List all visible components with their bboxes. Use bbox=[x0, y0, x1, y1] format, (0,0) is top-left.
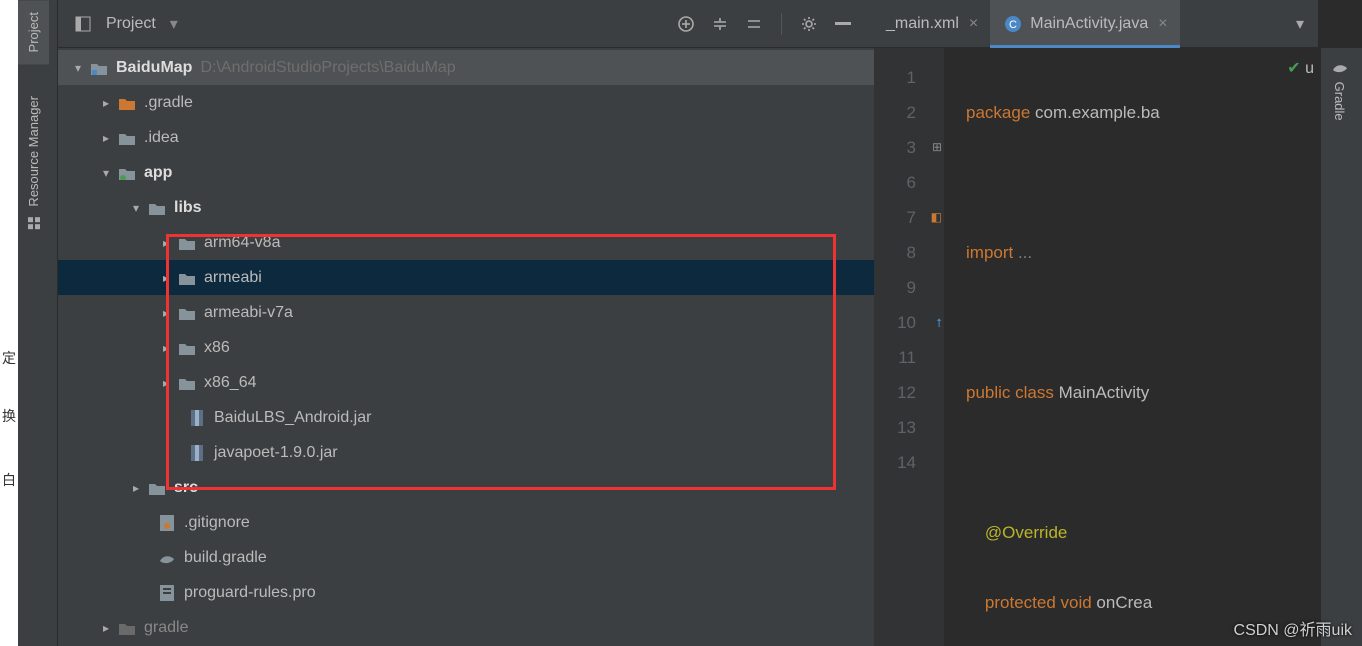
tree-item-jar1[interactable]: BaiduLBS_Android.jar bbox=[58, 400, 874, 435]
tree-item-src[interactable]: ▸ src bbox=[58, 470, 874, 505]
module-icon bbox=[88, 61, 110, 75]
project-view-icon bbox=[72, 16, 94, 32]
tree-item-armeabi[interactable]: ▸ armeabi bbox=[58, 260, 874, 295]
tree-item-gradle[interactable]: ▸ gradle bbox=[58, 610, 874, 645]
folder-icon bbox=[146, 481, 168, 495]
watermark: CSDN @祈雨uik bbox=[1234, 616, 1352, 640]
tree-item-app[interactable]: ▾ app bbox=[58, 155, 874, 190]
tree-item-libs[interactable]: ▾ libs bbox=[58, 190, 874, 225]
folder-icon bbox=[146, 201, 168, 215]
fold-icon[interactable]: ⊞ bbox=[932, 130, 942, 165]
chevron-right-icon[interactable]: ▸ bbox=[156, 341, 176, 355]
code-editor[interactable]: 1 2 3 6 7 8 9 10 11 12 13 14 ⊞ ◧ ⭡ packa… bbox=[874, 48, 1318, 646]
chevron-right-icon[interactable]: ▸ bbox=[156, 306, 176, 320]
tab-main-xml[interactable]: _main.xml × bbox=[874, 0, 990, 48]
tree-root-label: BaiduMap bbox=[116, 59, 192, 77]
tree-root-path: D:\AndroidStudioProjects\BaiduMap bbox=[200, 59, 455, 77]
collapse-all-icon[interactable] bbox=[741, 11, 767, 37]
left-tool-strip: Project Resource Manager bbox=[18, 0, 58, 646]
class-icon: C bbox=[1002, 16, 1024, 32]
override-gutter-icon[interactable]: ⭡ bbox=[936, 306, 942, 341]
gradle-icon bbox=[156, 551, 178, 565]
folder-icon bbox=[176, 271, 198, 285]
expand-all-icon[interactable] bbox=[707, 11, 733, 37]
tree-item-jar2[interactable]: javapoet-1.9.0.jar bbox=[58, 435, 874, 470]
class-gutter-icon[interactable]: ◧ bbox=[931, 200, 942, 235]
settings-icon[interactable] bbox=[796, 11, 822, 37]
tree-item-build-gradle[interactable]: build.gradle bbox=[58, 540, 874, 575]
project-panel: Project ▾ ▾ BaiduMap D:\AndroidStudioPro… bbox=[58, 0, 874, 646]
chevron-right-icon[interactable]: ▸ bbox=[156, 271, 176, 285]
folder-icon bbox=[176, 341, 198, 355]
project-tree[interactable]: ▾ BaiduMap D:\AndroidStudioProjects\Baid… bbox=[58, 48, 874, 645]
inspection-ok-icon[interactable]: ✔ u bbox=[1287, 58, 1314, 78]
gradle-tool-tab[interactable]: Gradle bbox=[1321, 48, 1357, 133]
folder-icon bbox=[176, 236, 198, 250]
tree-item-gitignore[interactable]: .gitignore bbox=[58, 505, 874, 540]
folder-icon bbox=[176, 306, 198, 320]
jar-icon bbox=[186, 445, 208, 461]
file-icon bbox=[156, 515, 178, 531]
project-panel-header: Project ▾ bbox=[58, 0, 874, 48]
tabs-dropdown-icon[interactable]: ▾ bbox=[1282, 14, 1318, 34]
chevron-down-icon[interactable]: ▾ bbox=[68, 61, 88, 75]
folder-icon bbox=[116, 621, 138, 635]
editor-tabs: _main.xml × C MainActivity.java × ▾ bbox=[874, 0, 1318, 48]
chevron-right-icon[interactable]: ▸ bbox=[156, 236, 176, 250]
tree-item-idea-dir[interactable]: ▸ .idea bbox=[58, 120, 874, 155]
tree-root[interactable]: ▾ BaiduMap D:\AndroidStudioProjects\Baid… bbox=[58, 50, 874, 85]
tree-item-gradle-dir[interactable]: ▸ .gradle bbox=[58, 85, 874, 120]
chevron-right-icon[interactable]: ▸ bbox=[156, 376, 176, 390]
folder-icon bbox=[116, 96, 138, 110]
chevron-right-icon[interactable]: ▸ bbox=[96, 621, 116, 635]
right-tool-strip: Gradle bbox=[1320, 48, 1362, 646]
tree-item-arm64[interactable]: ▸ arm64-v8a bbox=[58, 225, 874, 260]
tab-mainactivity-java[interactable]: C MainActivity.java × bbox=[990, 0, 1179, 48]
tree-item-x86-64[interactable]: ▸ x86_64 bbox=[58, 365, 874, 400]
resource-manager-tool-tab[interactable]: Resource Manager bbox=[18, 84, 49, 242]
file-icon bbox=[156, 585, 178, 601]
hide-icon[interactable] bbox=[830, 11, 856, 37]
tree-item-x86[interactable]: ▸ x86 bbox=[58, 330, 874, 365]
code-area[interactable]: package com.example.ba import ... public… bbox=[944, 48, 1318, 646]
project-panel-title[interactable]: Project bbox=[106, 15, 156, 33]
tree-item-armeabi-v7a[interactable]: ▸ armeabi-v7a bbox=[58, 295, 874, 330]
dropdown-icon[interactable]: ▾ bbox=[170, 14, 178, 34]
svg-text:C: C bbox=[1009, 19, 1017, 31]
chevron-down-icon[interactable]: ▾ bbox=[126, 201, 146, 215]
folder-icon bbox=[116, 131, 138, 145]
project-tool-tab[interactable]: Project bbox=[18, 0, 49, 64]
chevron-down-icon[interactable]: ▾ bbox=[96, 166, 116, 180]
chevron-right-icon[interactable]: ▸ bbox=[96, 96, 116, 110]
chevron-right-icon[interactable]: ▸ bbox=[96, 131, 116, 145]
select-opened-file-icon[interactable] bbox=[673, 11, 699, 37]
line-gutter: 1 2 3 6 7 8 9 10 11 12 13 14 ⊞ ◧ ⭡ bbox=[874, 48, 944, 646]
module-icon bbox=[116, 166, 138, 180]
tree-item-proguard[interactable]: proguard-rules.pro bbox=[58, 575, 874, 610]
chevron-right-icon[interactable]: ▸ bbox=[126, 481, 146, 495]
folder-icon bbox=[176, 376, 198, 390]
close-icon[interactable]: × bbox=[1158, 15, 1167, 33]
close-icon[interactable]: × bbox=[969, 15, 978, 33]
jar-icon bbox=[186, 410, 208, 426]
